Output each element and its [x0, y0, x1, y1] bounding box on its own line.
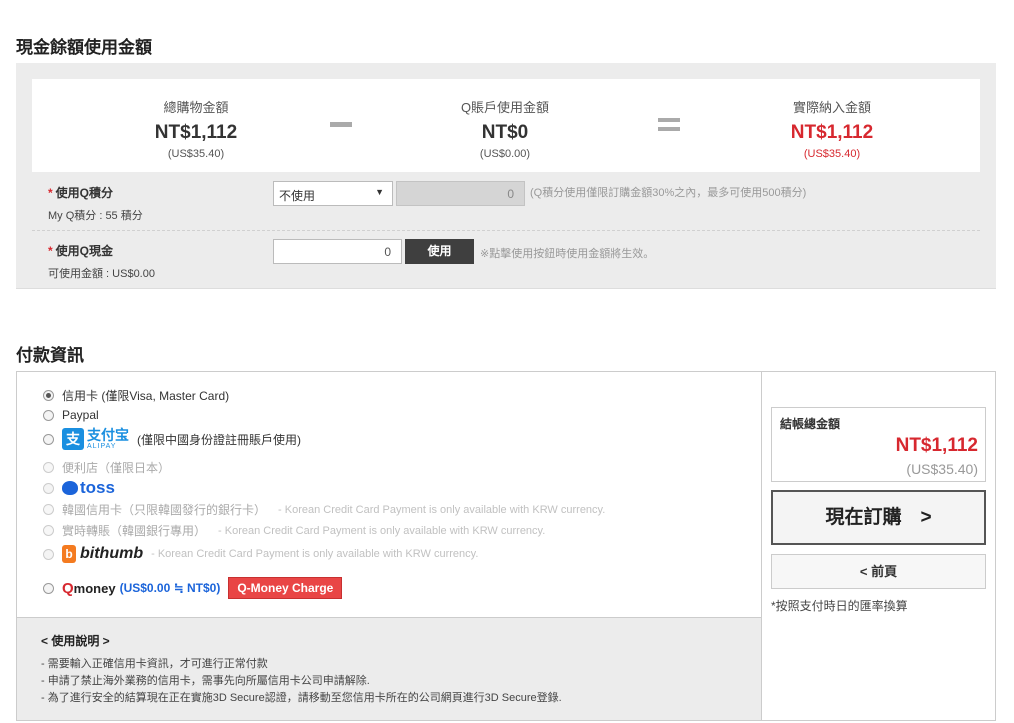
option-toss[interactable]: toss	[43, 478, 115, 498]
total-purchase-label: 總購物金額	[163, 100, 229, 115]
qaccount-usage: Q賬戶使用金額 NT$0 (US$0.00)	[405, 79, 605, 160]
radio-button[interactable]	[43, 409, 54, 421]
option-paypal[interactable]: Paypal	[43, 408, 99, 422]
checkout-total-amount: NT$1,112	[895, 435, 978, 456]
option-qmoney[interactable]: Q money (US$0.00 ≒ NT$0) Q-Money Charge	[43, 577, 343, 599]
qcash-row-label: * 使用Q現金 可使用金額 : US$0.00	[48, 242, 155, 281]
actual-amount-usd: (US$35.40)	[803, 148, 861, 160]
option-realtime-transfer[interactable]: 實時轉賬（韓國銀行專用） - Korean Credit Card Paymen…	[43, 522, 545, 539]
qmoney-logo-text: money	[73, 580, 116, 596]
radio-button[interactable]	[43, 462, 54, 473]
qaccount-usage-amount: NT$0	[481, 122, 529, 143]
bithumb-note: - Korean Credit Card Payment is only ava…	[151, 548, 479, 560]
alipay-logo-subtext: ALIPAY	[87, 443, 117, 450]
chevron-down-icon: ▼	[375, 187, 384, 197]
paypal-label: Paypal	[62, 408, 99, 422]
usage-note-line: - 申請了禁止海外業務的信用卡，需事先向所屬信用卡公司申請解除.	[41, 675, 370, 687]
divider	[32, 230, 980, 231]
usage-notes-heading: < 使用說明 >	[41, 634, 110, 648]
total-purchase-amount: NT$1,112	[154, 122, 238, 143]
option-korea-card[interactable]: 韓國信用卡（只限韓國發行的銀行卡） - Korean Credit Card P…	[43, 501, 605, 518]
toss-logo-text: toss	[80, 478, 115, 497]
checkout-total-usd: (US$35.40)	[906, 461, 978, 477]
amount-summary: 總購物金額 NT$1,112 (US$35.40) Q賬戶使用金額 NT$0 (…	[32, 79, 980, 172]
radio-button[interactable]	[43, 390, 54, 401]
actual-amount-value: NT$1,112	[790, 122, 874, 143]
exchange-rate-note: *按照支付時日的匯率換算	[771, 599, 908, 613]
total-purchase: 總購物金額 NT$1,112 (US$35.40)	[96, 79, 296, 160]
credit-card-label: 信用卡 (僅限Visa, Master Card)	[62, 389, 230, 403]
qaccount-usage-label: Q賬戶使用金額	[460, 100, 550, 115]
usage-notes: < 使用說明 > - 需要輸入正確信用卡資訊，才可進行正常付款 - 申請了禁止海…	[17, 617, 761, 720]
required-mark: *	[48, 244, 53, 258]
qcash-input[interactable]: 0	[273, 239, 402, 264]
realtime-transfer-label: 實時轉賬（韓國銀行專用）	[62, 524, 207, 538]
radio-button[interactable]	[43, 482, 54, 494]
payment-methods: 信用卡 (僅限Visa, Master Card) Paypal 支 支付宝 A…	[17, 372, 762, 720]
equals-icon-bar	[658, 127, 680, 131]
korea-card-label: 韓國信用卡（只限韓國發行的銀行卡）	[62, 503, 267, 517]
qcash-hint: ※點擊使用按鈕時使用金額將生效。	[480, 248, 655, 260]
convenience-store-label: 便利店（僅限日本）	[62, 461, 171, 475]
usage-note-line: - 需要輸入正確信用卡資訊，才可進行正常付款	[41, 658, 268, 670]
qmoney-q-icon: Q	[62, 579, 74, 597]
previous-page-button[interactable]: < 前頁	[771, 554, 986, 589]
option-alipay[interactable]: 支 支付宝 ALIPAY (僅限中國身份證註冊賬戶使用)	[43, 428, 301, 450]
radio-button[interactable]	[43, 525, 54, 536]
checkout-total-label: 結帳總金額	[780, 417, 841, 431]
minus-icon	[330, 122, 352, 127]
qpoints-row-label: * 使用Q積分 My Q積分 : 55 積分	[48, 184, 143, 223]
actual-amount: 實際納入金額 NT$1,112 (US$35.40)	[732, 79, 932, 160]
qpoints-select[interactable]: 不使用 ▼	[273, 181, 393, 206]
qmoney-charge-button[interactable]: Q-Money Charge	[228, 577, 343, 599]
alipay-note: (僅限中國身份證註冊賬戶使用)	[137, 432, 301, 447]
korea-card-note: - Korean Credit Card Payment is only ava…	[278, 503, 606, 516]
bithumb-logo-text: bithumb	[80, 545, 144, 562]
payment-section-title: 付款資訊	[16, 346, 84, 365]
qpoints-input[interactable]: 0	[396, 181, 525, 206]
toss-icon	[62, 481, 78, 495]
checkout-total: 結帳總金額 NT$1,112 (US$35.40)	[771, 407, 986, 482]
radio-button[interactable]	[43, 433, 54, 445]
alipay-icon: 支	[62, 428, 84, 450]
qcash-label: 使用Q現金	[55, 244, 114, 258]
cash-section-title: 現金餘額使用金額	[16, 38, 152, 57]
option-convenience-store[interactable]: 便利店（僅限日本）	[43, 459, 170, 476]
qaccount-usage-usd: (US$0.00)	[479, 148, 531, 160]
radio-button[interactable]	[43, 504, 54, 515]
usage-note-line: - 為了進行安全的結算現在正在實施3D Secure認證，請移動至您信用卡所在的…	[41, 692, 562, 704]
use-qcash-button[interactable]: 使用	[405, 239, 474, 264]
qpoints-balance: My Q積分 : 55 積分	[48, 210, 143, 222]
option-credit-card[interactable]: 信用卡 (僅限Visa, Master Card)	[43, 387, 229, 404]
qmoney-conversion: (US$0.00 ≒ NT$0)	[119, 581, 221, 595]
option-bithumb[interactable]: b bithumb - Korean Credit Card Payment i…	[43, 545, 478, 563]
qmoney-logo: Q money (US$0.00 ≒ NT$0)	[62, 580, 220, 597]
order-summary-panel: 結帳總金額 NT$1,112 (US$35.40) 現在訂購 > < 前頁 *按…	[771, 372, 987, 720]
radio-button[interactable]	[43, 548, 54, 560]
qpoints-label: 使用Q積分	[55, 186, 114, 200]
required-mark: *	[48, 186, 53, 200]
qpoints-hint: (Q積分使用僅限訂購金額30%之內，最多可使用500積分)	[530, 187, 807, 199]
bithumb-logo: b bithumb	[62, 545, 143, 563]
radio-button[interactable]	[43, 582, 54, 594]
qpoints-select-value: 不使用	[279, 189, 316, 203]
payment-box: 信用卡 (僅限Visa, Master Card) Paypal 支 支付宝 A…	[16, 371, 996, 721]
total-purchase-usd: (US$35.40)	[167, 148, 225, 160]
alipay-logo: 支 支付宝 ALIPAY	[62, 428, 129, 450]
bithumb-icon: b	[62, 545, 76, 563]
alipay-logo-text: 支付宝	[87, 427, 129, 443]
order-now-button[interactable]: 現在訂購 >	[771, 490, 986, 545]
actual-amount-label: 實際納入金額	[792, 100, 871, 115]
equals-icon	[658, 118, 680, 122]
qcash-available: 可使用金額 : US$0.00	[48, 268, 155, 280]
toss-logo: toss	[62, 478, 115, 498]
cash-panel: 總購物金額 NT$1,112 (US$35.40) Q賬戶使用金額 NT$0 (…	[16, 63, 996, 289]
realtime-transfer-note: - Korean Credit Card Payment is only ava…	[218, 524, 546, 537]
